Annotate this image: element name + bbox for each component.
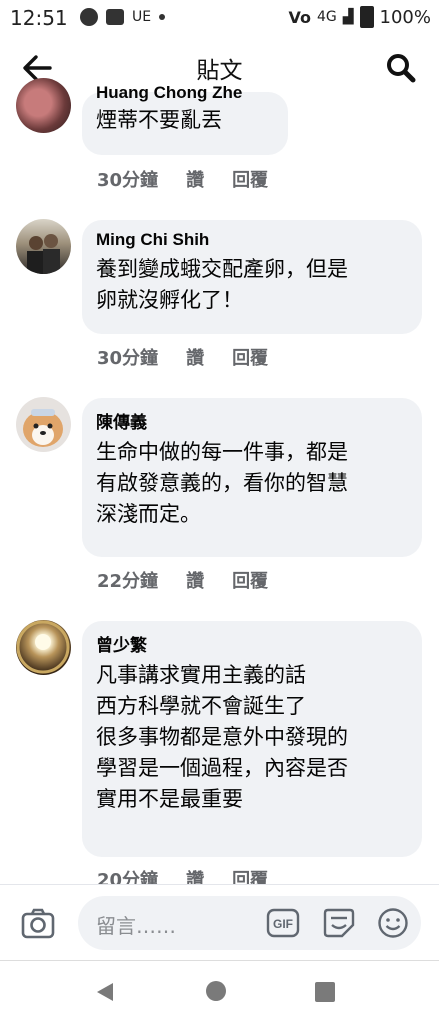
sticker-icon[interactable] <box>322 907 356 939</box>
notification-icons: UE <box>80 8 166 26</box>
comment-bubble: 曾少繁 凡事講求實用主義的話 西方科學就不會誕生了 很多事物都是意外中發現的 學… <box>82 621 422 857</box>
emoji-icon[interactable] <box>377 907 409 939</box>
volte-icon: Vo <box>288 7 311 27</box>
header-mask <box>0 36 439 100</box>
comment-time[interactable]: 22分鐘 <box>97 567 158 593</box>
avatar[interactable] <box>16 620 71 675</box>
messenger-icon <box>80 8 98 26</box>
comment-time[interactable]: 30分鐘 <box>97 344 158 370</box>
battery-percent: 100% <box>379 6 431 28</box>
reply-button[interactable]: 回覆 <box>232 344 268 370</box>
status-bar: 12:51 UE Vo 4G ▟ 100% <box>0 0 439 36</box>
comment-time[interactable]: 30分鐘 <box>97 166 158 192</box>
comment-bubble: 陳傳義 生命中做的每一件事，都是 有啟發意義的，看你的智慧 深淺而定。 <box>82 398 422 557</box>
comment-actions: 30分鐘 讚 回覆 <box>97 166 268 192</box>
panda-app-icon <box>106 9 124 25</box>
system-nav-bar <box>0 960 439 1025</box>
status-time: 12:51 <box>10 6 68 30</box>
comment-bubble: Ming Chi Shih 養到變成蛾交配產卵，但是 卵就沒孵化了！ <box>82 220 422 334</box>
comment-actions: 22分鐘 讚 回覆 <box>97 567 268 593</box>
battery-icon <box>359 6 374 28</box>
gif-icon[interactable]: GIF <box>266 908 300 938</box>
carrier-label: UE <box>132 9 152 25</box>
comment-text: 養到變成蛾交配產卵，但是 卵就沒孵化了！ <box>96 257 348 312</box>
gif-label: GIF <box>273 917 293 931</box>
network-label: 4G <box>316 9 337 25</box>
nav-recent-apps-icon[interactable] <box>315 982 335 1002</box>
like-button[interactable]: 讚 <box>186 567 204 593</box>
reply-button[interactable]: 回覆 <box>232 166 268 192</box>
comment-author[interactable]: 陳傳義 <box>96 408 408 433</box>
reply-button[interactable]: 回覆 <box>232 567 268 593</box>
nav-back-icon[interactable] <box>94 981 116 1003</box>
nav-home-icon[interactable] <box>206 981 226 1001</box>
dog-avatar-image <box>23 409 63 447</box>
like-button[interactable]: 讚 <box>186 344 204 370</box>
more-notifications-icon <box>159 14 166 20</box>
avatar-image <box>27 234 60 274</box>
comment-text: 煙蒂不要亂丟 <box>96 108 222 132</box>
comment-input[interactable]: 留言…… GIF <box>78 896 421 950</box>
comment-actions: 30分鐘 讚 回覆 <box>97 344 268 370</box>
avatar-image <box>16 620 70 674</box>
comment-bubble: Huang Chong Zhe 煙蒂不要亂丟 <box>82 83 288 155</box>
comment-composer: 留言…… GIF <box>0 884 439 961</box>
comment-author[interactable]: 曾少繁 <box>96 631 408 656</box>
avatar[interactable] <box>16 397 71 452</box>
like-button[interactable]: 讚 <box>186 166 204 192</box>
comment-text: 凡事講求實用主義的話 西方科學就不會誕生了 很多事物都是意外中發現的 學習是一個… <box>96 663 348 811</box>
signal-icon: ▟ <box>342 9 354 25</box>
comment-placeholder: 留言…… <box>96 914 176 938</box>
comment-author[interactable]: Ming Chi Shih <box>96 230 408 250</box>
camera-icon[interactable] <box>20 905 56 941</box>
comment-text: 生命中做的每一件事，都是 有啟發意義的，看你的智慧 深淺而定。 <box>96 440 348 526</box>
avatar[interactable] <box>16 219 71 274</box>
system-icons: Vo 4G ▟ 100% <box>288 6 431 28</box>
